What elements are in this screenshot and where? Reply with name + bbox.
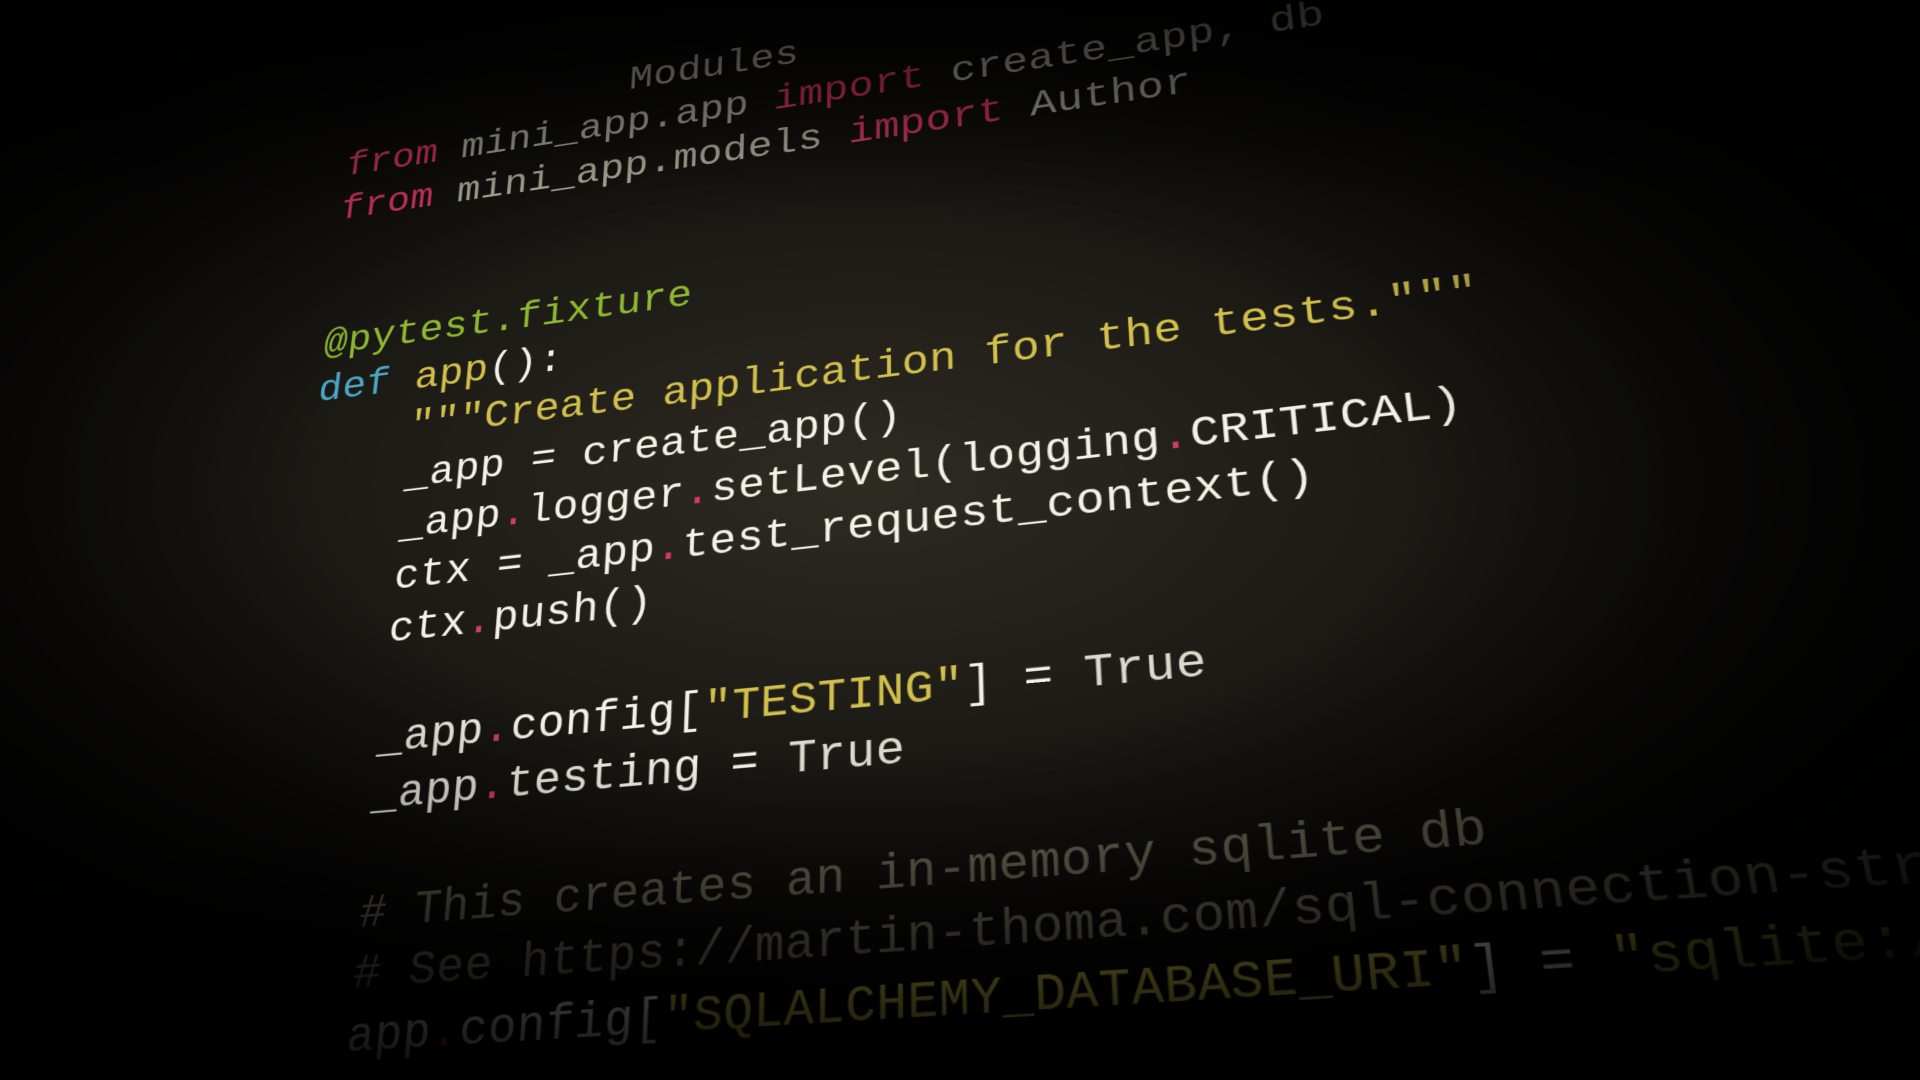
code-block: Modules from mini_app.app import create_…: [233, 0, 1920, 1077]
code-screenshot: Modules from mini_app.app import create_…: [0, 0, 1920, 1080]
